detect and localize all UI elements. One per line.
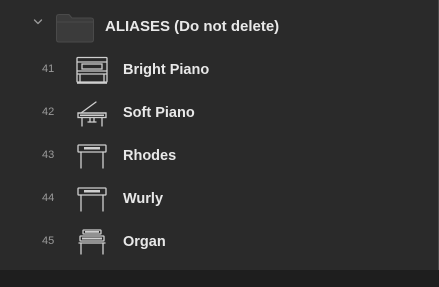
patch-label: Wurly — [123, 191, 164, 207]
patch-number: 45 — [42, 235, 55, 247]
list-item[interactable]: 44 Wurly — [0, 182, 439, 216]
library-browser: ALIASES (Do not delete) 41 Bright Piano … — [0, 0, 439, 287]
list-item[interactable]: 41 Bright Piano — [0, 53, 439, 87]
grand-piano-icon — [77, 101, 107, 127]
patch-number: 41 — [42, 63, 55, 75]
organ-icon — [78, 229, 106, 255]
patch-number: 42 — [42, 106, 55, 118]
electric-piano-icon — [77, 144, 107, 169]
upright-piano-icon — [76, 56, 108, 84]
patch-label: Rhodes — [123, 148, 177, 164]
list-item[interactable]: 43 Rhodes — [0, 139, 439, 173]
patch-label: Soft Piano — [123, 105, 195, 121]
patch-number: 43 — [42, 149, 55, 161]
folder-label: ALIASES (Do not delete) — [105, 18, 280, 35]
patch-label: Organ — [123, 234, 166, 250]
folder-aliases[interactable]: ALIASES (Do not delete) — [0, 8, 439, 43]
list-item[interactable]: 42 Soft Piano — [0, 96, 439, 130]
chevron-down-icon[interactable] — [33, 17, 43, 27]
electric-piano-icon — [77, 187, 107, 212]
patch-label: Bright Piano — [123, 62, 210, 78]
bottom-bar — [0, 270, 439, 287]
folder-icon — [56, 14, 94, 43]
list-item[interactable]: 45 Organ — [0, 225, 439, 259]
patch-number: 44 — [42, 192, 55, 204]
